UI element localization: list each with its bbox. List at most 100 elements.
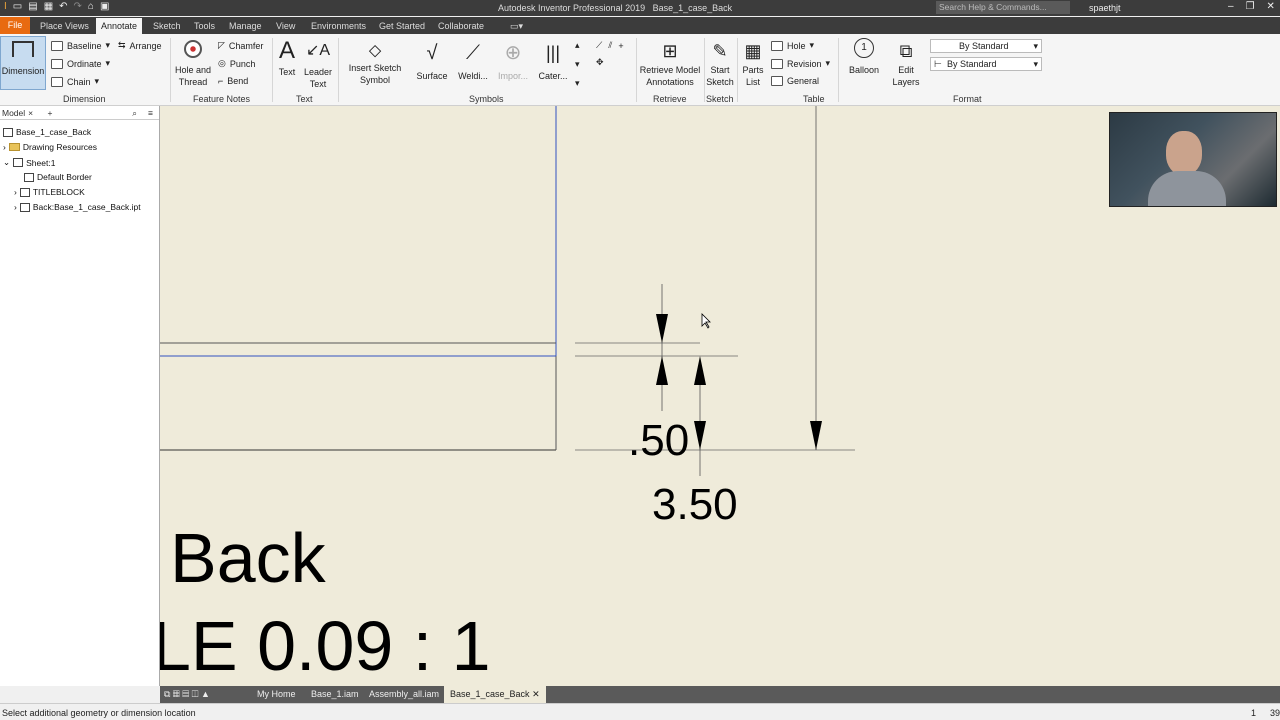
expand-icon[interactable]: › [14,187,17,197]
doc-tab-base-1[interactable]: Base_1.iam [311,689,359,699]
surface-button[interactable]: √ Surface [416,40,448,82]
text-button[interactable]: A Text [276,36,298,78]
punch-button[interactable]: ◎ Punch [218,58,255,69]
doc-tab-base-1-case-back[interactable]: Base_1_case_Back ✕ [444,686,546,703]
scale-label[interactable]: LE 0.09 : 1 [160,606,491,686]
save-icon[interactable]: ▦ [44,1,53,12]
dimension-text-small[interactable]: .50 [628,416,689,466]
tab-annotate[interactable]: Annotate [96,18,143,34]
general-table-icon [771,76,783,86]
view-label[interactable]: Back [170,518,326,598]
general-table-button[interactable]: General [771,76,819,86]
status-message: Select additional geometry or dimension … [2,708,196,718]
line-tool-icon[interactable]: ⟋ [596,40,602,51]
maximize-icon[interactable]: ❐ [1246,1,1255,12]
import-button[interactable]: ⊕ Impor... [496,40,530,82]
redo-icon[interactable]: ↷ [74,1,82,12]
add-tab-icon[interactable]: + [48,108,53,118]
chamfer-button[interactable]: ◸ Chamfer [218,40,263,51]
status-number-2: 39 [1270,708,1280,718]
edit-layers-icon: ⧉ [899,41,913,61]
minimize-icon[interactable]: – [1228,1,1234,12]
tree-item-drawing-resources[interactable]: › Drawing Resources [3,142,97,152]
tab-tools[interactable]: Tools [194,21,215,34]
tab-environments[interactable]: Environments [311,21,366,34]
tab-view[interactable]: View [276,21,295,34]
user-name[interactable]: spaethjt [1089,3,1121,13]
hole-table-button[interactable]: Hole ▾ [771,40,814,51]
document-tabs-bar: ⧉ ▦ ▤ ◫ ▲ My Home Base_1.iam Assembly_al… [160,686,1280,703]
chain-button[interactable]: Chain ▾ [51,76,99,87]
doc-tab-my-home[interactable]: My Home [257,689,296,699]
tree-item-document[interactable]: Base_1_case_Back [3,127,91,137]
expand-icon[interactable]: › [14,202,17,212]
arrow-down-3 [810,421,822,450]
welding-icon: ⟋ [466,42,480,64]
tab-get-started[interactable]: Get Started [379,21,425,34]
quick-access-toolbar: I ▭ ▤ ▦ ↶ ↷ ⌂ ▣ [4,1,109,12]
app-logo-icon[interactable]: I [4,1,7,12]
bend-button[interactable]: ⌐ Bend [218,76,248,86]
close-tab-icon[interactable]: ✕ [532,689,540,699]
tree-item-sheet[interactable]: ⌄ Sheet:1 [3,157,55,168]
chamfer-icon: ◸ [218,40,225,50]
hole-thread-button[interactable]: Hole and Thread [174,40,212,88]
symbols-scroll[interactable]: ▴ ▾ ▾ [575,40,580,89]
doc-tab-assembly-all[interactable]: Assembly_all.iam [369,689,439,699]
baseline-icon [51,40,63,51]
undo-icon[interactable]: ↶ [59,1,67,12]
search-input[interactable]: Search Help & Commands... [936,1,1070,14]
home-icon[interactable]: ⌂ [88,1,94,12]
ordinate-button[interactable]: Ordinate ▾ [51,58,110,69]
tab-file[interactable]: File [0,17,30,34]
balloon-icon: 1 [854,38,874,58]
insert-sketch-symbol-button[interactable]: ⬦ Insert Sketch Symbol [342,38,408,86]
view-icon [19,202,30,212]
symbols-small-tools: ⟋ ⫽ + ✥ [596,40,630,68]
welding-button[interactable]: ⟋ Weldi... [456,40,490,82]
dimension-text-large[interactable]: 3.50 [652,480,738,530]
hatch-tool-icon[interactable]: ⫽ [608,40,612,51]
move-tool-icon[interactable]: ✥ [596,57,604,68]
dimension-button[interactable]: Dimension [0,36,46,90]
chain-icon [51,76,63,87]
close-icon[interactable]: ✕ [1267,1,1275,12]
tab-manage[interactable]: Manage [229,21,262,34]
menu-icon[interactable]: ≡ [148,108,153,118]
open-file-icon[interactable]: ▤ [28,1,37,12]
parts-list-button[interactable]: ▦ Parts List [740,38,766,88]
tree-item-view-back[interactable]: › Back:Base_1_case_Back.ipt [14,202,141,212]
tile-windows-icon[interactable]: ⧉ ▦ ▤ ◫ ▲ [164,689,210,700]
format-panel-title: Format [953,94,982,104]
arrange-button[interactable]: ⇆ Arrange [118,40,162,51]
baseline-button[interactable]: Baseline ▾ [51,40,110,51]
leader-text-icon: ↙A [305,42,331,59]
tab-place-views[interactable]: Place Views [40,21,89,34]
expand-icon[interactable]: › [3,142,6,152]
symbols-panel-title: Symbols [469,94,504,104]
tree-item-default-border[interactable]: Default Border [24,172,92,182]
print-icon[interactable]: ▣ [100,1,109,12]
retrieve-model-annotations-button[interactable]: ⊞ Retrieve Model Annotations [638,38,702,88]
style-dropdown[interactable]: By Standard ▾ [930,39,1042,53]
tab-sketch[interactable]: Sketch [153,21,181,34]
dimension-panel-title: Dimension [63,94,106,104]
tree-item-titleblock[interactable]: › TITLEBLOCK [14,187,85,197]
new-file-icon[interactable]: ▭ [13,1,22,12]
browser-header: Model × + ⌕ ≡ [0,106,159,120]
search-icon[interactable]: ⌕ [132,108,137,119]
arrange-icon: ⇆ [118,40,126,50]
revision-table-button[interactable]: Revision ▾ [771,58,830,69]
tab-collaborate[interactable]: Collaborate [438,21,484,34]
leader-text-button[interactable]: ↙A Leader Text [302,36,334,90]
plus-tool-icon[interactable]: + [618,41,623,51]
edit-layers-button[interactable]: ⧉ Edit Layers [890,38,922,88]
browser-tab-model[interactable]: Model [2,108,25,118]
layer-dropdown[interactable]: ⊢ By Standard ▾ [930,57,1042,71]
camera-dropdown-icon[interactable]: ▭▾ [510,21,523,34]
balloon-button[interactable]: 1 Balloon [846,38,882,76]
webcam-shirt [1148,171,1226,206]
caterpillar-button[interactable]: ||| Cater... [536,40,570,82]
start-sketch-button[interactable]: ✎ Start Sketch [705,38,735,88]
collapse-icon[interactable]: ⌄ [3,157,10,168]
